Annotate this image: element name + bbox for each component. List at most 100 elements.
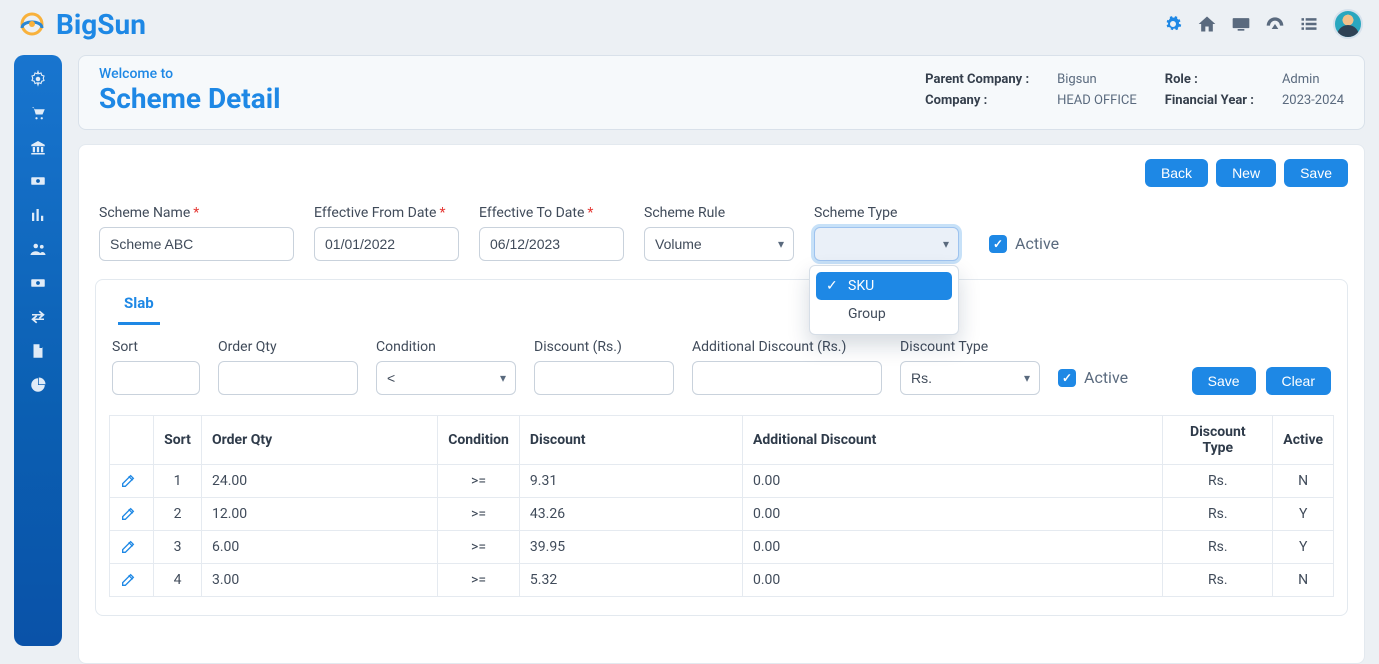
cell-add: 0.00	[742, 497, 1162, 530]
fy-label: Financial Year :	[1165, 93, 1254, 108]
parent-company-value: Bigsun	[1057, 72, 1137, 87]
discount-input[interactable]	[534, 361, 674, 395]
home-icon[interactable]	[1197, 14, 1217, 34]
scheme-type-label: Scheme Type	[814, 205, 959, 221]
cell-qty: 6.00	[202, 530, 438, 563]
slab-active-label: Active	[1084, 368, 1128, 387]
slab-save-button[interactable]: Save	[1192, 367, 1256, 395]
th-discount-type: Discount Type	[1163, 415, 1273, 464]
role-label: Role :	[1165, 72, 1254, 87]
th-sort: Sort	[154, 415, 202, 464]
sort-label: Sort	[112, 339, 200, 355]
cell-disc: 43.26	[519, 497, 742, 530]
slab-clear-button[interactable]: Clear	[1266, 367, 1331, 395]
cell-disc: 39.95	[519, 530, 742, 563]
sort-input[interactable]	[112, 361, 200, 395]
additional-discount-label: Additional Discount (Rs.)	[692, 339, 882, 355]
new-button[interactable]: New	[1216, 159, 1276, 187]
side-gear-icon[interactable]	[28, 69, 48, 89]
scheme-type-option-group-label: Group	[848, 306, 886, 322]
dashboard-icon[interactable]	[1265, 14, 1285, 34]
side-cash-icon[interactable]	[28, 171, 48, 191]
th-order-qty: Order Qty	[202, 415, 438, 464]
cell-add: 0.00	[742, 464, 1162, 497]
table-row: 36.00>=39.950.00Rs.Y	[110, 530, 1334, 563]
list-icon[interactable]	[1299, 14, 1319, 34]
page-title: Scheme Detail	[99, 84, 281, 115]
th-additional: Additional Discount	[742, 415, 1162, 464]
check-icon: ✓	[826, 278, 840, 294]
side-cart-icon[interactable]	[28, 103, 48, 123]
back-button[interactable]: Back	[1145, 159, 1208, 187]
side-pie-icon[interactable]	[28, 375, 48, 395]
active-checkbox[interactable]: ✓	[989, 235, 1007, 253]
brand-link[interactable]: BigSun	[16, 8, 146, 41]
user-avatar[interactable]	[1333, 9, 1363, 39]
main-card: Back New Save Scheme Name* Effective Fro…	[78, 144, 1365, 664]
cell-cond: >=	[438, 530, 520, 563]
discount-label: Discount (Rs.)	[534, 339, 674, 355]
scheme-type-option-sku[interactable]: ✓ SKU	[816, 272, 952, 300]
side-doc-icon[interactable]	[28, 341, 48, 361]
side-bank-icon[interactable]	[28, 137, 48, 157]
scheme-type-dropdown: ✓ SKU Group	[809, 265, 959, 335]
table-row: 43.00>=5.320.00Rs.N	[110, 563, 1334, 596]
cell-dtype: Rs.	[1163, 563, 1273, 596]
cell-cond: >=	[438, 563, 520, 596]
eff-to-input[interactable]	[479, 227, 624, 261]
save-top-button[interactable]: Save	[1284, 159, 1348, 187]
condition-label: Condition	[376, 339, 516, 355]
tab-slab[interactable]: Slab	[118, 280, 160, 325]
scheme-name-input[interactable]	[99, 227, 294, 261]
scheme-rule-select[interactable]	[644, 227, 794, 261]
edit-icon[interactable]	[120, 572, 143, 588]
cell-sort: 4	[154, 563, 202, 596]
brand-logo-icon	[16, 8, 48, 40]
screen-icon[interactable]	[1231, 14, 1251, 34]
gear-icon[interactable]	[1163, 14, 1183, 34]
condition-select[interactable]	[376, 361, 516, 395]
cell-disc: 9.31	[519, 464, 742, 497]
edit-icon[interactable]	[120, 473, 143, 489]
edit-icon[interactable]	[120, 539, 143, 555]
side-transfer-icon[interactable]	[28, 307, 48, 327]
cell-disc: 5.32	[519, 563, 742, 596]
discount-type-label: Discount Type	[900, 339, 1040, 355]
cell-sort: 2	[154, 497, 202, 530]
fy-value: 2023-2024	[1282, 93, 1344, 108]
page-header: Welcome to Scheme Detail Parent Company …	[78, 55, 1365, 130]
th-condition: Condition	[438, 415, 520, 464]
slab-active-checkbox[interactable]: ✓	[1058, 369, 1076, 387]
scheme-type-option-sku-label: SKU	[848, 278, 874, 294]
th-active: Active	[1273, 415, 1334, 464]
scheme-type-option-group[interactable]: Group	[816, 300, 952, 328]
cell-active: Y	[1273, 497, 1334, 530]
scheme-name-label: Scheme Name*	[99, 205, 294, 221]
additional-discount-input[interactable]	[692, 361, 882, 395]
side-chart-icon[interactable]	[28, 205, 48, 225]
th-discount: Discount	[519, 415, 742, 464]
cell-cond: >=	[438, 464, 520, 497]
cell-sort: 3	[154, 530, 202, 563]
cell-qty: 3.00	[202, 563, 438, 596]
cell-dtype: Rs.	[1163, 530, 1273, 563]
side-cash2-icon[interactable]	[28, 273, 48, 293]
scheme-type-select[interactable]	[814, 227, 959, 261]
parent-company-label: Parent Company :	[925, 72, 1029, 87]
table-row: 212.00>=43.260.00Rs.Y	[110, 497, 1334, 530]
edit-icon[interactable]	[120, 506, 143, 522]
cell-active: N	[1273, 563, 1334, 596]
cell-dtype: Rs.	[1163, 464, 1273, 497]
eff-from-input[interactable]	[314, 227, 459, 261]
eff-from-label: Effective From Date*	[314, 205, 459, 221]
table-row: 124.00>=9.310.00Rs.N	[110, 464, 1334, 497]
cell-active: Y	[1273, 530, 1334, 563]
welcome-text: Welcome to	[99, 66, 281, 82]
side-users-icon[interactable]	[28, 239, 48, 259]
cell-add: 0.00	[742, 530, 1162, 563]
role-value: Admin	[1282, 72, 1344, 87]
company-label: Company :	[925, 93, 1029, 108]
cell-qty: 12.00	[202, 497, 438, 530]
order-qty-input[interactable]	[218, 361, 358, 395]
discount-type-select[interactable]	[900, 361, 1040, 395]
